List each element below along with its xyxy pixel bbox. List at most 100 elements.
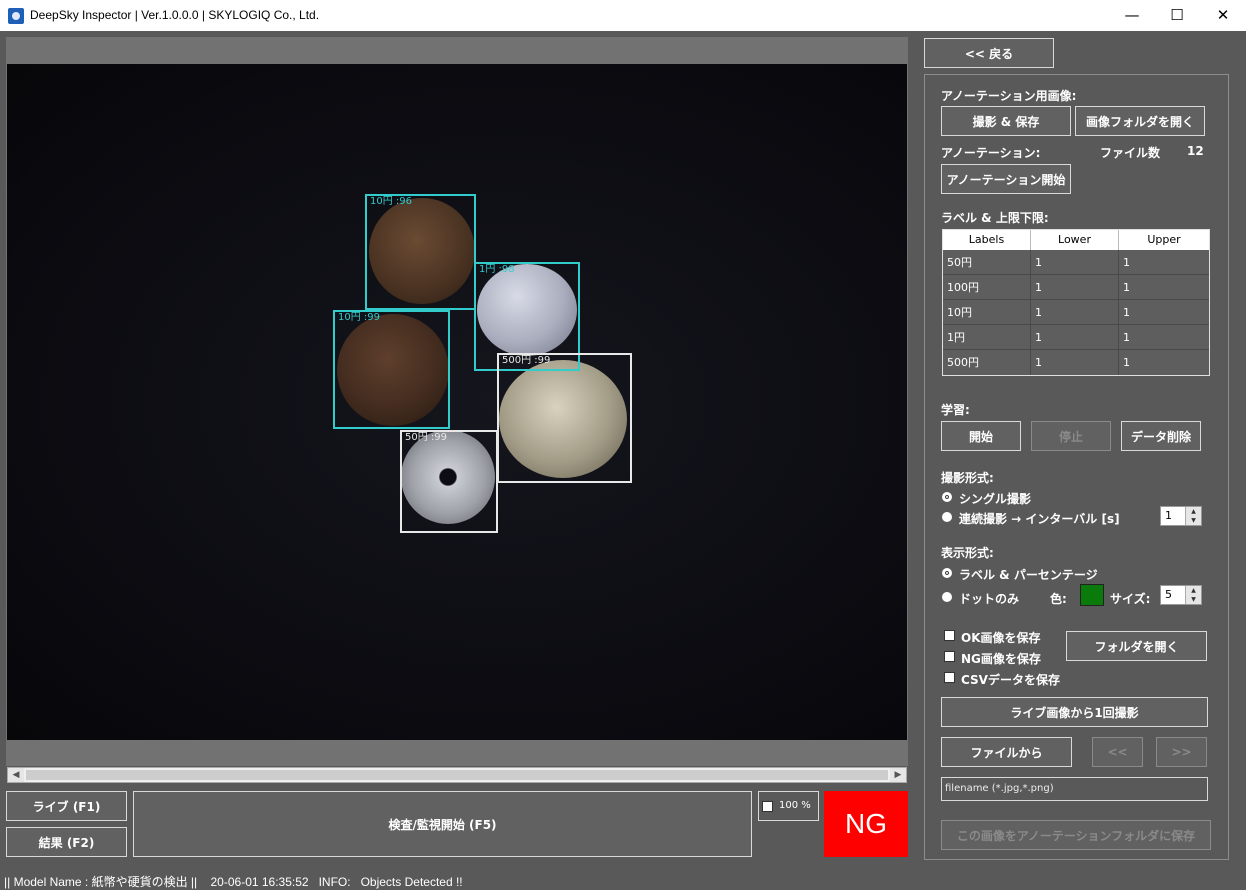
upper-cell[interactable]: 1 [1119,350,1209,375]
size-label: サイズ: [1110,592,1151,606]
lower-cell[interactable]: 1 [1031,350,1119,375]
size-value: 5 [1165,588,1172,601]
camera-image: 10円 :96 1円 :98 10円 :99 500円 :99 50円 :99 [7,64,907,740]
capture-save-button[interactable]: 撮影 & 保存 [941,106,1071,136]
interval-stepper[interactable]: 1 ▲ ▼ [1160,506,1202,526]
single-capture-label: シングル撮影 [959,492,1032,506]
detection-box: 500円 :99 [497,353,632,483]
label-cell[interactable]: 100円 [943,275,1031,299]
status-text: || Model Name : 紙幣や硬貨の検出 || 20-06-01 16:… [4,875,463,889]
labels-table[interactable]: Labels Lower Upper 50円 1 1 100円 1 1 10円 … [942,229,1210,376]
save-ok-checkbox[interactable] [944,630,955,641]
detection-box: 10円 :99 [333,310,450,429]
detection-box: 50円 :99 [400,430,498,533]
table-row[interactable]: 50円 1 1 [943,250,1209,275]
zoom-checkbox[interactable] [762,801,773,812]
detection-label: 50円 :99 [405,432,447,443]
table-row[interactable]: 100円 1 1 [943,275,1209,300]
save-ng-label: NG画像を保存 [961,652,1041,666]
prev-image-button[interactable]: << [1092,737,1143,767]
detection-box: 10円 :96 [365,194,476,310]
upper-cell[interactable]: 1 [1119,300,1209,324]
color-label: 色: [1050,592,1067,606]
back-button[interactable]: << 戻る [924,38,1054,68]
label-cell[interactable]: 1円 [943,325,1031,349]
table-row[interactable]: 1円 1 1 [943,325,1209,350]
size-stepper[interactable]: 5 ▲ ▼ [1160,585,1202,605]
next-image-button[interactable]: >> [1156,737,1207,767]
save-ok-label: OK画像を保存 [961,631,1041,645]
lower-cell[interactable]: 1 [1031,325,1119,349]
close-icon[interactable]: ✕ [1200,0,1246,31]
detection-label: 10円 :99 [338,312,380,323]
annotation-image-title: アノーテーション用画像: [941,89,1077,103]
training-title: 学習: [941,403,970,417]
result-button[interactable]: 結果 (F2) [6,827,127,857]
horizontal-scrollbar[interactable]: ◀ ▶ [7,767,907,783]
zoom-label: 100 % [779,800,811,811]
capture-once-button[interactable]: ライブ画像から1回撮影 [941,697,1208,727]
upper-cell[interactable]: 1 [1119,275,1209,299]
filename-placeholder: filename (*.jpg,*.png) [945,783,1054,794]
stepper-arrows-icon[interactable]: ▲ ▼ [1185,507,1201,525]
train-start-button[interactable]: 開始 [941,421,1021,451]
column-header: Lower [1031,230,1119,250]
verdict-indicator: NG [824,791,908,857]
upper-cell[interactable]: 1 [1119,250,1209,274]
label-cell[interactable]: 500円 [943,350,1031,375]
table-row[interactable]: 10円 1 1 [943,300,1209,325]
open-image-folder-button[interactable]: 画像フォルダを開く [1075,106,1205,136]
detection-label: 500円 :99 [502,355,551,366]
save-csv-checkbox[interactable] [944,672,955,683]
stepper-arrows-icon[interactable]: ▲ ▼ [1185,586,1201,604]
lower-cell[interactable]: 1 [1031,250,1119,274]
file-count-label: ファイル数 [1100,146,1161,160]
app-logo-icon [8,8,24,24]
labels-title: ラベル & 上限下限: [941,211,1049,225]
label-percentage-label: ラベル & パーセンテージ [959,568,1098,582]
detection-label: 10円 :96 [370,196,412,207]
interval-value: 1 [1165,509,1172,522]
scroll-thumb[interactable] [26,770,888,780]
maximize-icon[interactable]: ☐ [1154,0,1200,31]
inspect-start-button[interactable]: 検査/監視開始 (F5) [133,791,752,857]
save-to-annotation-button[interactable]: この画像をアノーテーションフォルダに保存 [941,820,1211,850]
annotation-title: アノーテーション: [941,146,1041,160]
capture-mode-title: 撮影形式: [941,471,994,485]
column-header: Upper [1147,233,1181,246]
from-file-button[interactable]: ファイルから [941,737,1072,767]
dot-only-radio[interactable] [942,592,952,602]
single-capture-radio[interactable] [942,492,952,502]
lower-cell[interactable]: 1 [1031,275,1119,299]
continuous-capture-label: 連続撮影 → インターバル [s] [959,512,1120,526]
display-mode-title: 表示形式: [941,546,994,560]
status-bar: || Model Name : 紙幣や硬貨の検出 || 20-06-01 16:… [0,870,1246,889]
filename-field[interactable]: filename (*.jpg,*.png) [941,777,1208,801]
label-cell[interactable]: 10円 [943,300,1031,324]
window-title: DeepSky Inspector | Ver.1.0.0.0 | SKYLOG… [30,8,320,22]
scroll-left-icon[interactable]: ◀ [8,768,24,782]
column-header: Labels [943,230,1031,250]
data-delete-button[interactable]: データ削除 [1121,421,1201,451]
train-stop-button[interactable]: 停止 [1031,421,1111,451]
table-row[interactable]: 500円 1 1 [943,350,1209,375]
title-bar: DeepSky Inspector | Ver.1.0.0.0 | SKYLOG… [0,0,1246,31]
save-ng-checkbox[interactable] [944,651,955,662]
dot-color-swatch[interactable] [1080,584,1104,606]
dot-only-label: ドットのみ [959,592,1020,606]
table-header: Labels Lower Upper [943,230,1209,250]
detection-label: 1円 :98 [479,264,515,275]
minimize-icon[interactable]: — [1109,0,1155,31]
continuous-capture-radio[interactable] [942,512,952,522]
save-csv-label: CSVデータを保存 [961,673,1060,687]
file-count-value: 12 [1187,144,1204,158]
lower-cell[interactable]: 1 [1031,300,1119,324]
label-cell[interactable]: 50円 [943,250,1031,274]
scroll-right-icon[interactable]: ▶ [890,768,906,782]
zoom-toggle[interactable]: 100 % [758,791,819,821]
live-button[interactable]: ライブ (F1) [6,791,127,821]
label-percentage-radio[interactable] [942,568,952,578]
open-folder-button[interactable]: フォルダを開く [1066,631,1207,661]
upper-cell[interactable]: 1 [1119,325,1209,349]
annotation-start-button[interactable]: アノーテーション開始 [941,164,1071,194]
